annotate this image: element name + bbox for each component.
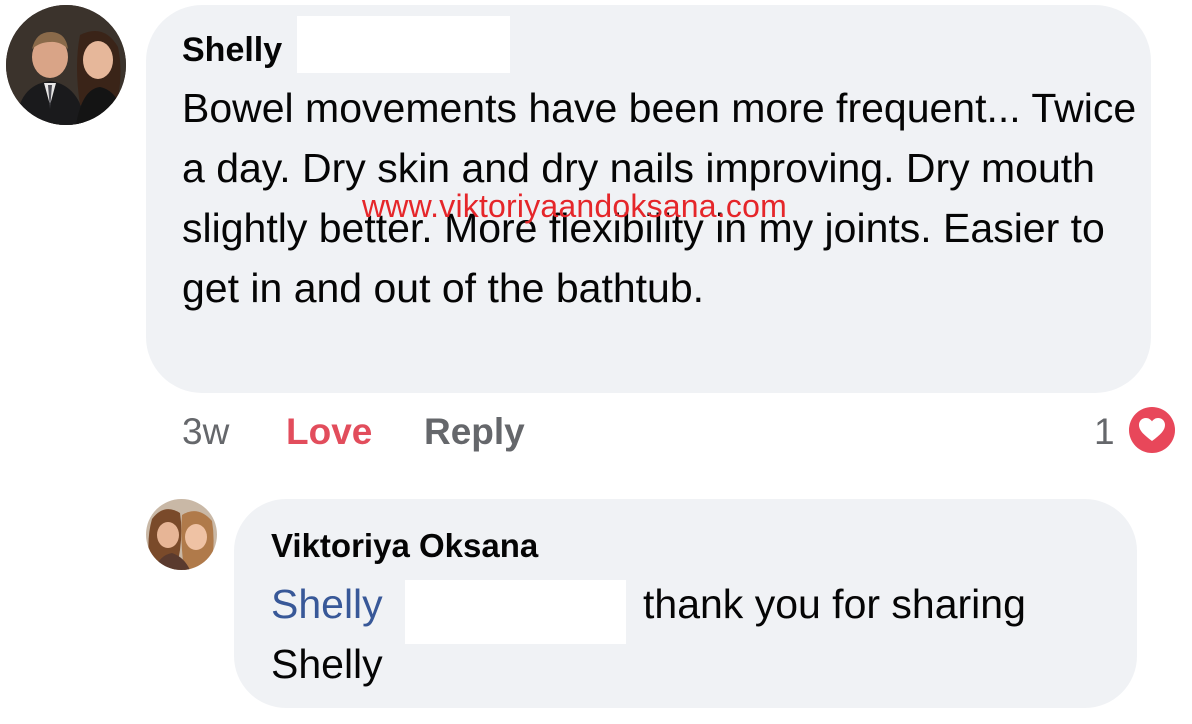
reply-author-name[interactable]: Viktoriya Oksana [271, 526, 538, 566]
comment-author-name[interactable]: Shelly [182, 30, 282, 70]
redacted-name-block [297, 16, 510, 73]
love-reaction-button[interactable]: Love [286, 410, 372, 454]
reply-text-continued: Shelly [271, 641, 383, 687]
comment-thread: Shelly Bowel movements have been more fr… [0, 0, 1192, 724]
mention-link[interactable]: Shelly [271, 574, 383, 634]
reaction-count[interactable]: 1 [1094, 410, 1115, 454]
replier-avatar[interactable] [146, 499, 217, 570]
reply-text: thank you for sharing [643, 581, 1026, 627]
commenter-avatar[interactable] [6, 5, 126, 125]
watermark: www.viktoriyaandoksana.com [362, 188, 787, 224]
comment-timestamp[interactable]: 3w [182, 410, 229, 454]
redacted-mention-block [405, 580, 626, 644]
heart-icon[interactable] [1126, 404, 1178, 456]
reply-button[interactable]: Reply [424, 410, 525, 454]
